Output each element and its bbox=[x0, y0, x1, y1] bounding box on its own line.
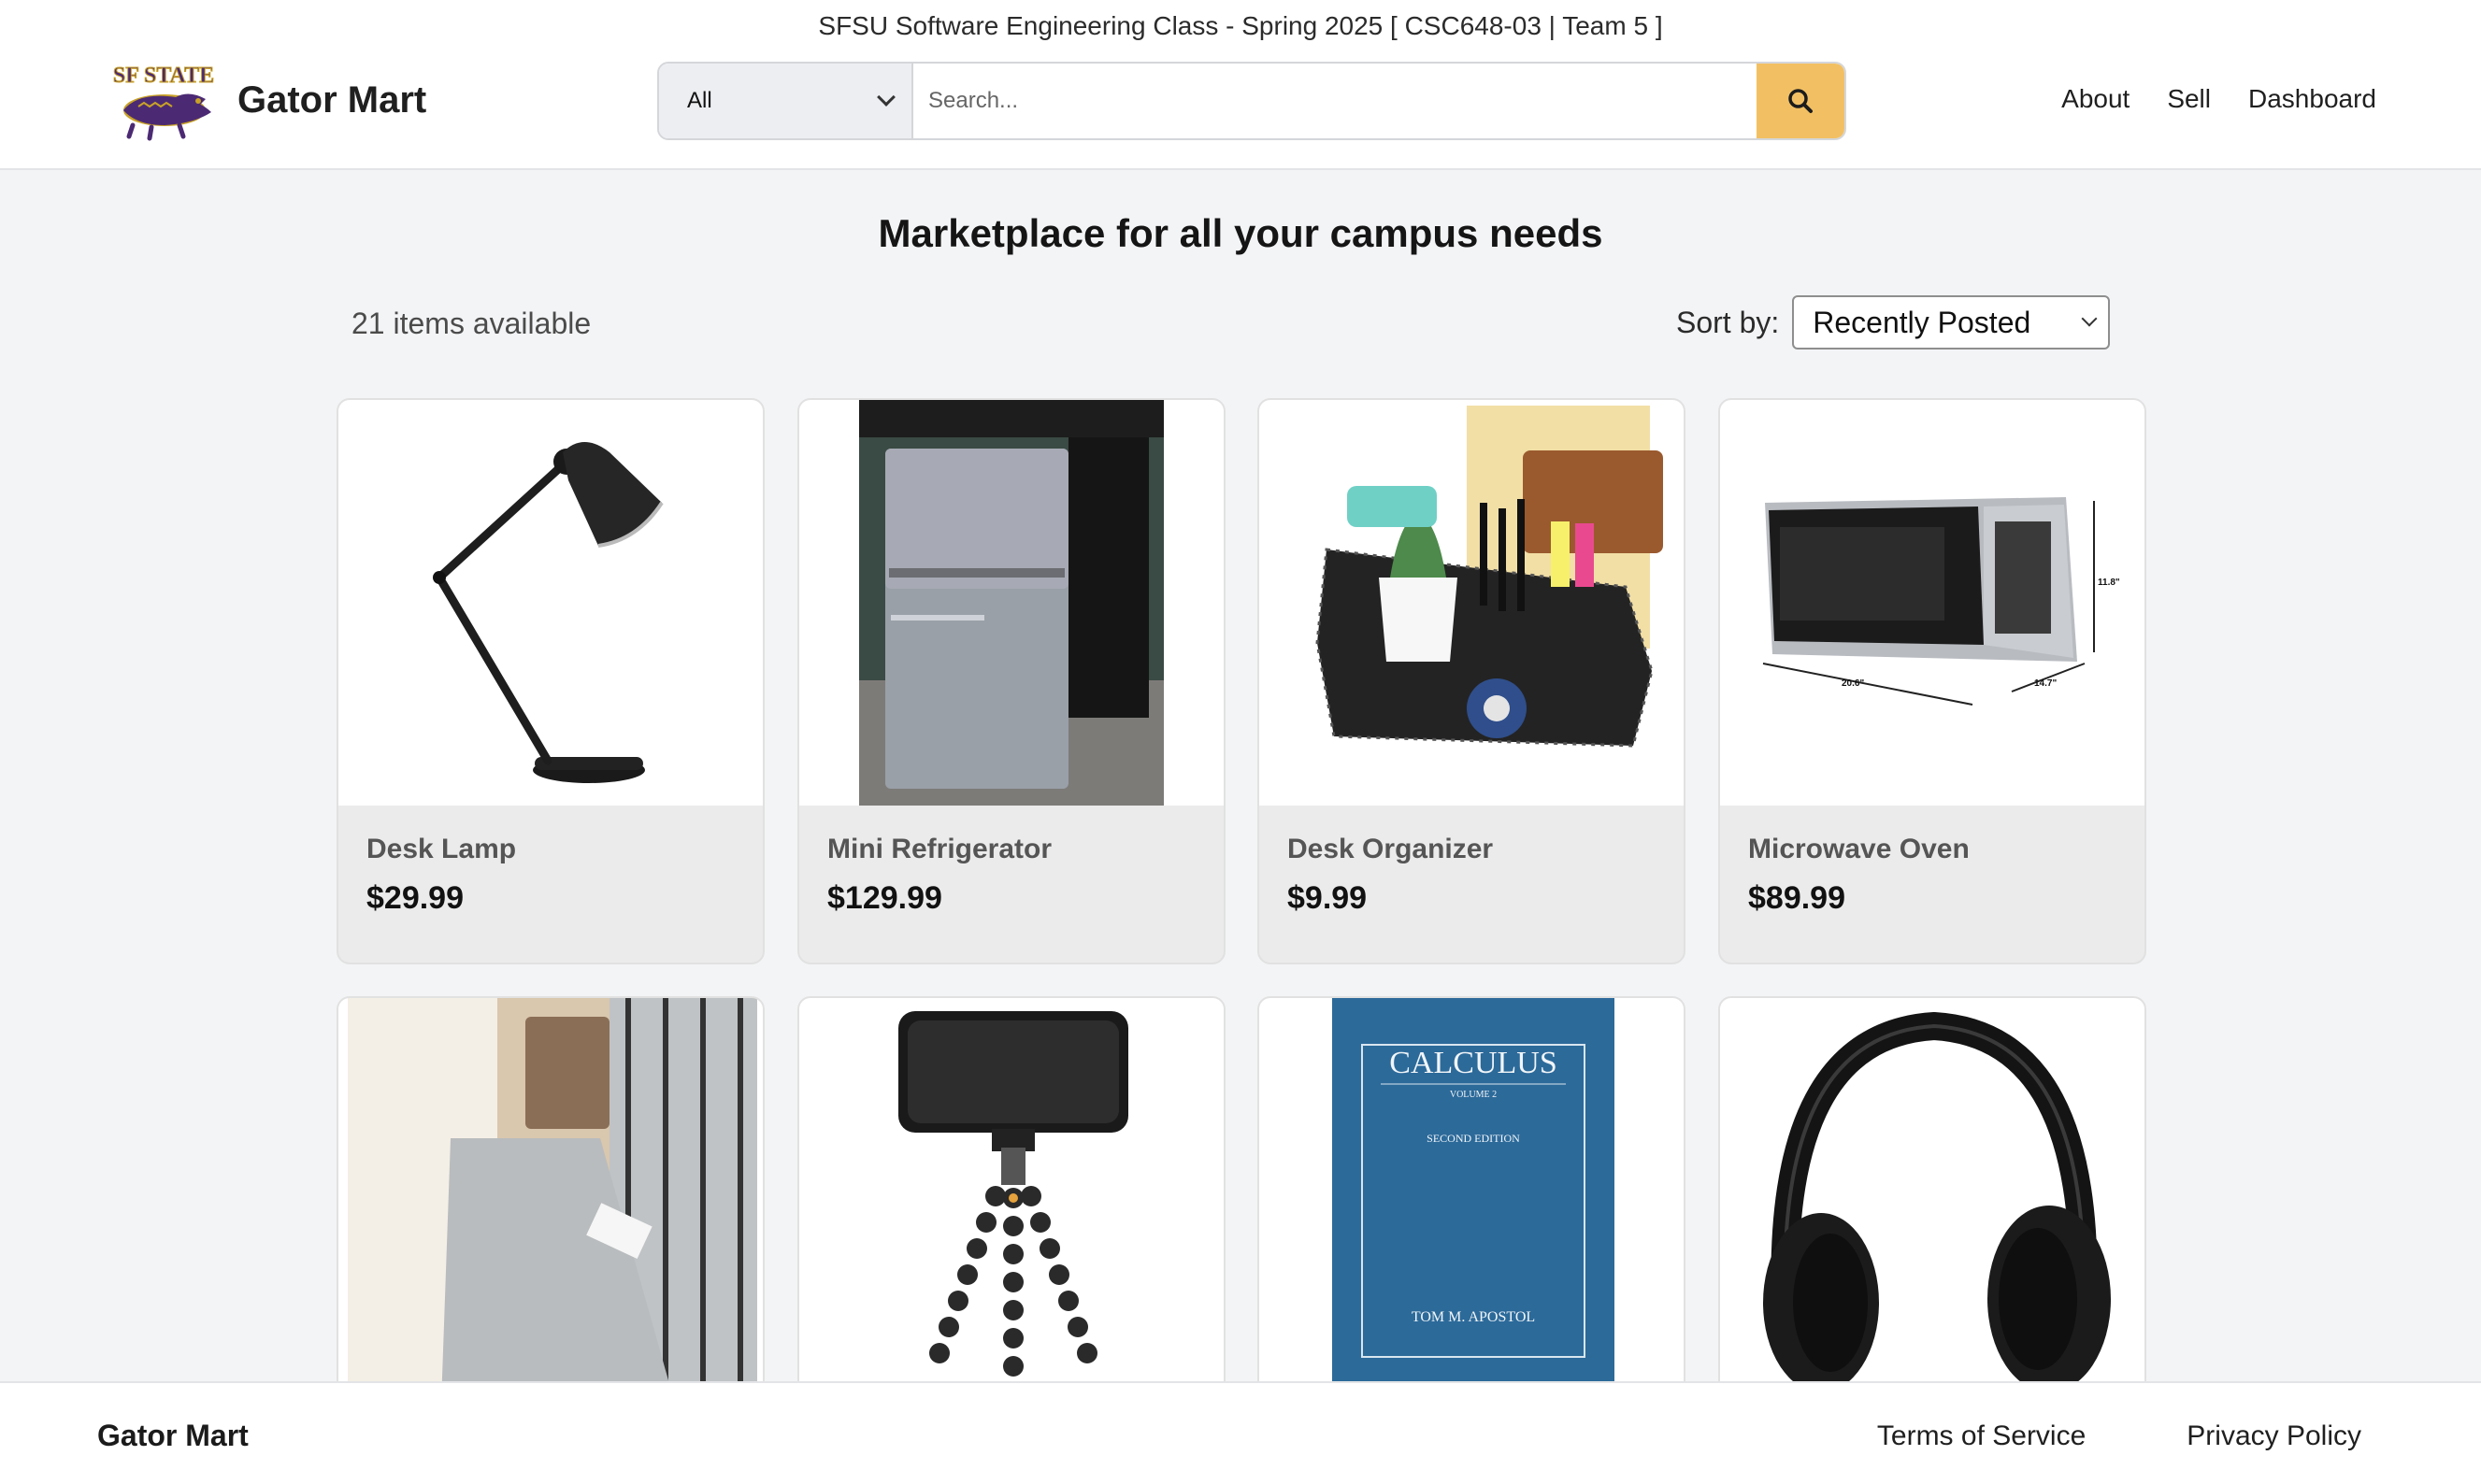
desk-lamp-image bbox=[433, 442, 664, 783]
sort-select-value: Recently Posted bbox=[1813, 305, 2031, 339]
product-image bbox=[799, 998, 1224, 1404]
book-edition: SECOND EDITION bbox=[1427, 1132, 1520, 1145]
product-card-microwave-oven[interactable]: 11.8" 20.6" 14.7" Microwave Oven $89.99 bbox=[1718, 398, 2146, 964]
product-image bbox=[338, 400, 763, 806]
category-select[interactable]: All bbox=[659, 64, 913, 138]
chevron-down-icon bbox=[2081, 310, 2098, 327]
logo-text: SF STATE bbox=[113, 64, 214, 88]
product-image bbox=[1720, 998, 2144, 1404]
sort-select[interactable]: Recently Posted bbox=[1792, 295, 2111, 350]
desk-organizer-image bbox=[1315, 406, 1663, 748]
book-title: CALCULUS bbox=[1389, 1046, 1556, 1080]
sort-control: Sort by: Recently Posted bbox=[1676, 295, 2111, 350]
search-bar: All bbox=[657, 62, 1846, 140]
brand-link[interactable]: SF STATE Gator Mart bbox=[110, 58, 426, 142]
footer-brand: Gator Mart bbox=[97, 1419, 249, 1452]
brand-name: Gator Mart bbox=[237, 78, 427, 121]
product-image bbox=[338, 998, 763, 1404]
microwave-width-label: 20.6" bbox=[1842, 678, 1864, 689]
nav-sell[interactable]: Sell bbox=[2167, 84, 2211, 114]
sf-state-gator-logo: SF STATE bbox=[112, 64, 215, 141]
microwave-depth-label: 14.7" bbox=[2034, 678, 2057, 689]
product-name: Microwave Oven bbox=[1748, 834, 1970, 864]
product-price: $129.99 bbox=[827, 880, 942, 916]
course-banner: SFSU Software Engineering Class - Spring… bbox=[818, 11, 1663, 40]
book-author: TOM M. APOSTOL bbox=[1412, 1309, 1535, 1325]
product-price: $89.99 bbox=[1748, 880, 1845, 916]
footer-links: Terms of Service Privacy Policy bbox=[1877, 1420, 2361, 1452]
product-card-desk-lamp[interactable]: Desk Lamp $29.99 bbox=[337, 398, 765, 964]
search-input[interactable] bbox=[913, 64, 1757, 138]
product-name: Desk Lamp bbox=[366, 834, 517, 864]
search-icon bbox=[1788, 89, 1813, 113]
calculus-book-image: CALCULUS VOLUME 2 SECOND EDITION TOM M. … bbox=[1332, 998, 1614, 1404]
product-image: CALCULUS VOLUME 2 SECOND EDITION TOM M. … bbox=[1259, 998, 1684, 1404]
microwave-oven-image: 11.8" 20.6" 14.7" bbox=[1762, 497, 2120, 706]
site-footer: Gator Mart Terms of Service Privacy Poli… bbox=[0, 1381, 2481, 1484]
rug-image bbox=[348, 998, 757, 1404]
product-price: $29.99 bbox=[366, 880, 464, 916]
sort-label: Sort by: bbox=[1676, 305, 1780, 339]
mini-refrigerator-image bbox=[859, 400, 1164, 806]
product-price: $9.99 bbox=[1287, 880, 1368, 916]
nav-dashboard[interactable]: Dashboard bbox=[2248, 84, 2376, 114]
site-header: SFSU Software Engineering Class - Spring… bbox=[0, 0, 2481, 170]
search-button[interactable] bbox=[1757, 64, 1844, 138]
product-image bbox=[1259, 400, 1684, 806]
product-image: 11.8" 20.6" 14.7" bbox=[1720, 400, 2144, 806]
chevron-down-icon bbox=[877, 88, 896, 107]
product-name: Mini Refrigerator bbox=[827, 834, 1053, 864]
book-volume: VOLUME 2 bbox=[1450, 1090, 1497, 1100]
category-select-value: All bbox=[687, 88, 712, 113]
headphones-image bbox=[1763, 1011, 2111, 1392]
product-image bbox=[799, 400, 1224, 806]
page-title: Marketplace for all your campus needs bbox=[878, 211, 1603, 255]
nav-about[interactable]: About bbox=[2061, 84, 2130, 114]
microwave-height-label: 11.8" bbox=[2098, 578, 2120, 588]
phone-tripod-image bbox=[898, 1011, 1128, 1377]
privacy-policy-link[interactable]: Privacy Policy bbox=[2187, 1420, 2361, 1452]
terms-of-service-link[interactable]: Terms of Service bbox=[1877, 1420, 2086, 1452]
items-count: 21 items available bbox=[351, 307, 592, 340]
top-nav: About Sell Dashboard bbox=[2061, 84, 2376, 114]
product-card-mini-refrigerator[interactable]: Mini Refrigerator $129.99 bbox=[797, 398, 1226, 964]
product-card-desk-organizer[interactable]: Desk Organizer $9.99 bbox=[1257, 398, 1685, 964]
product-name: Desk Organizer bbox=[1287, 834, 1494, 864]
